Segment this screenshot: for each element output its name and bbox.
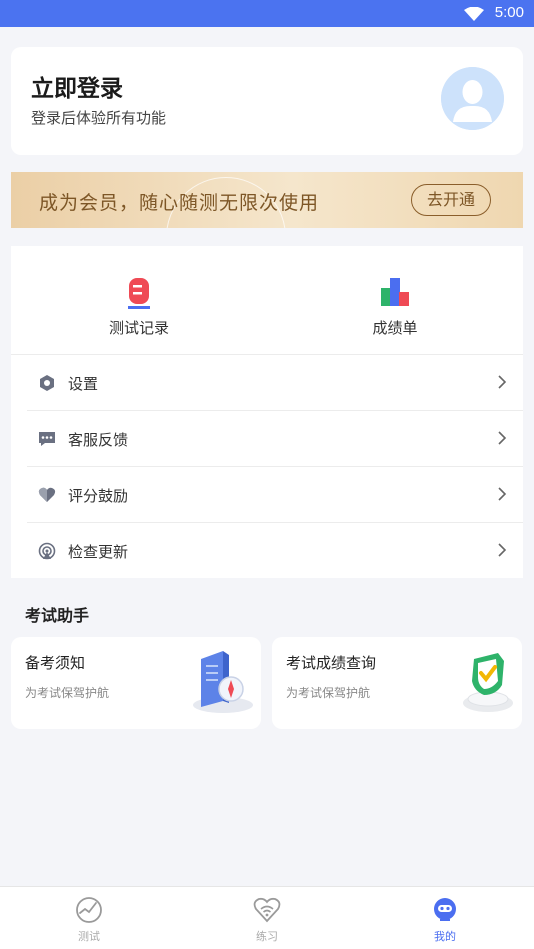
exam-notice-card[interactable]: 备考须知 为考试保驾护航 — [11, 637, 261, 729]
card-subtitle: 为考试保驾护航 — [25, 686, 110, 700]
card-title: 考试成绩查询 — [286, 654, 377, 672]
login-card[interactable]: 立即登录 登录后体验所有功能 — [11, 47, 523, 155]
chat-bubble-icon — [39, 432, 55, 446]
status-bar: 5:00 — [0, 0, 534, 27]
menu-item-label: 设置 — [68, 375, 99, 393]
menu-item-label: 检查更新 — [68, 543, 129, 561]
tab-test[interactable]: 测试 — [0, 887, 178, 949]
robot-face-icon — [434, 898, 456, 921]
pulse-circle-icon — [76, 897, 102, 923]
tab-label: 练习 — [256, 930, 278, 943]
report-card-button[interactable]: 成绩单 — [267, 246, 523, 354]
chevron-right-icon — [498, 487, 507, 501]
login-title[interactable]: 立即登录 — [31, 69, 123, 103]
test-record-label: 测试记录 — [108, 319, 169, 337]
menu-item-settings[interactable]: 设置 — [11, 355, 523, 411]
menu-item-label: 评分鼓励 — [68, 487, 129, 505]
chevron-right-icon — [498, 431, 507, 445]
menu-item-feedback[interactable]: 客服反馈 — [11, 411, 523, 467]
menu-item-rating[interactable]: 评分鼓励 — [11, 467, 523, 523]
bottom-tab-bar: 测试 练习 我的 — [0, 886, 534, 949]
score-query-card[interactable]: 考试成绩查询 为考试保驾护航 — [272, 637, 522, 729]
bar-chart-icon — [381, 278, 409, 306]
vip-banner[interactable]: 成为会员，随心随测无限次使用 去开通 — [11, 172, 523, 228]
shield-check-icon — [463, 653, 513, 712]
wifi-icon — [464, 7, 484, 21]
login-subtitle: 登录后体验所有功能 — [31, 109, 167, 127]
clipboard-record-icon — [128, 278, 150, 309]
avatar[interactable] — [441, 67, 504, 130]
heart-icon — [38, 487, 56, 502]
menu-item-label: 客服反馈 — [68, 431, 129, 449]
tab-practice[interactable]: 练习 — [178, 887, 356, 949]
signal-update-icon — [38, 542, 56, 560]
tab-mine[interactable]: 我的 — [356, 887, 534, 949]
menu-card: 测试记录 成绩单 设置 客服反馈 评分鼓励 检查更新 — [11, 246, 523, 578]
tab-label: 我的 — [434, 930, 456, 943]
hexagon-gear-icon — [40, 375, 54, 391]
card-subtitle: 为考试保驾护航 — [286, 686, 371, 700]
heart-wifi-icon — [253, 897, 281, 923]
vip-banner-text: 成为会员，随心随测无限次使用 — [39, 192, 320, 214]
menu-item-check-update[interactable]: 检查更新 — [11, 523, 523, 579]
report-card-label: 成绩单 — [372, 319, 418, 337]
document-compass-icon — [193, 651, 253, 713]
test-record-button[interactable]: 测试记录 — [11, 246, 267, 354]
section-title: 考试助手 — [25, 606, 90, 625]
chevron-right-icon — [498, 543, 507, 557]
status-time: 5:00 — [494, 4, 524, 21]
activate-vip-button[interactable]: 去开通 — [411, 184, 491, 216]
default-avatar-icon — [441, 67, 504, 130]
chevron-right-icon — [498, 375, 507, 389]
tab-label: 测试 — [78, 930, 100, 943]
card-title: 备考须知 — [25, 654, 86, 672]
